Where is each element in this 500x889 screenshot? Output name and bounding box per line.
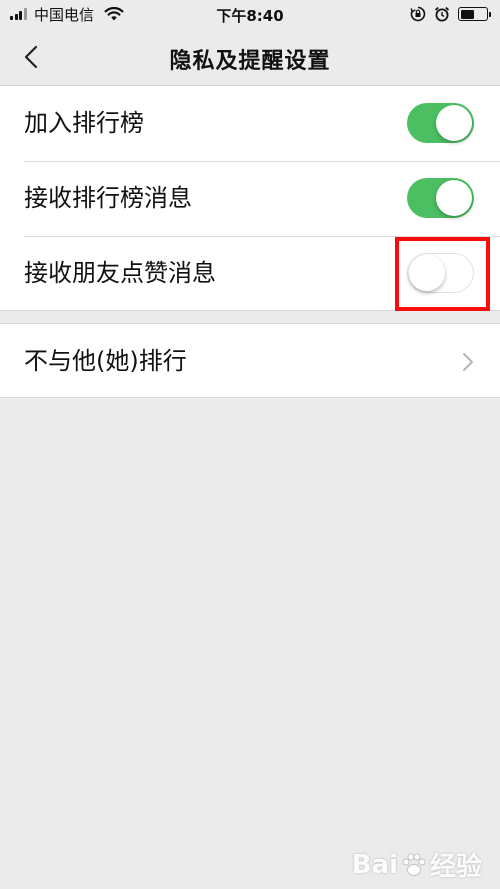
toggle-knob — [436, 105, 472, 141]
paw-icon — [402, 853, 426, 876]
status-right — [410, 5, 491, 23]
setting-label: 加入排行榜 — [24, 109, 144, 137]
setting-row-friend-likes: 接收朋友点赞消息 — [0, 236, 500, 311]
highlight-box — [395, 237, 490, 311]
setting-row-join-leaderboard: 加入排行榜 — [0, 86, 500, 161]
nav-bar: 隐私及提醒设置 — [0, 28, 500, 86]
settings-link-group: 不与他(她)排行 — [0, 323, 500, 398]
baidu-watermark: Bai 经验 — [352, 846, 482, 883]
watermark-text: Bai — [351, 849, 398, 880]
setting-label: 不与他(她)排行 — [24, 347, 187, 375]
battery-fill — [460, 9, 475, 19]
setting-label: 接收排行榜消息 — [24, 184, 192, 212]
setting-row-exclude-ranking[interactable]: 不与他(她)排行 — [0, 324, 500, 399]
settings-toggle-group: 加入排行榜 接收排行榜消息 接收朋友点赞消息 — [0, 86, 500, 311]
watermark-text: 经验 — [429, 852, 482, 882]
chevron-right-icon — [463, 353, 473, 371]
page-title: 隐私及提醒设置 — [169, 49, 331, 74]
setting-row-leaderboard-messages: 接收排行榜消息 — [0, 161, 500, 236]
status-bar: 中国电信 下午8:40 — [0, 0, 500, 28]
setting-label: 接收朋友点赞消息 — [24, 259, 216, 287]
toggle-knob — [436, 180, 472, 216]
orientation-lock-icon — [410, 6, 426, 22]
join-leaderboard-toggle[interactable] — [407, 103, 474, 143]
battery-icon — [458, 7, 491, 21]
leaderboard-messages-toggle[interactable] — [407, 178, 474, 218]
alarm-icon — [434, 6, 450, 22]
